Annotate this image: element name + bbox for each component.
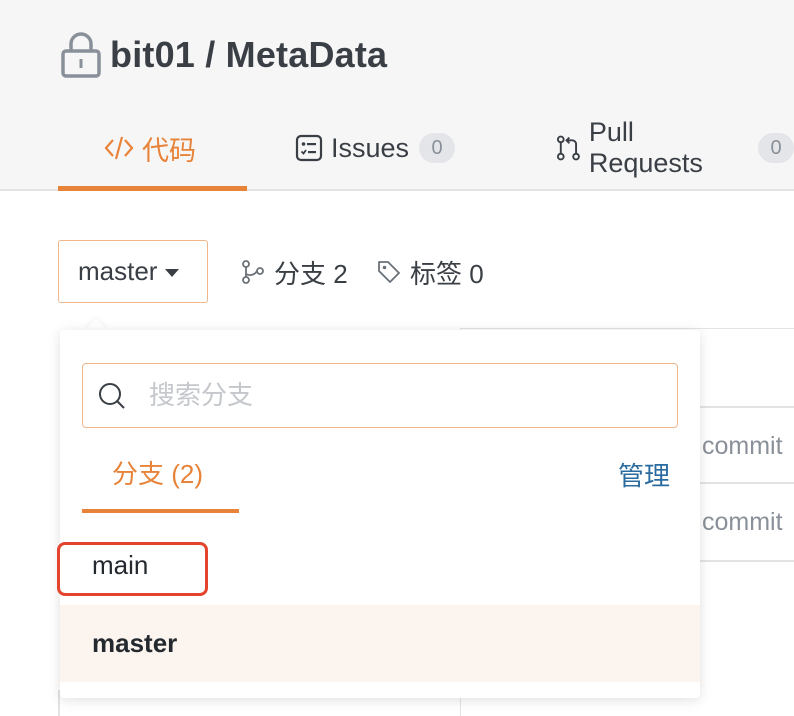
branch-dropdown: 分支 (2) 管理 main master — [60, 330, 700, 698]
tab-code-label: 代码 — [142, 135, 196, 166]
branch-search-box[interactable] — [82, 363, 678, 428]
tag-icon — [378, 261, 400, 283]
commit-text: commit — [702, 432, 783, 460]
branch-icon — [242, 260, 264, 284]
caret-down-icon — [165, 268, 180, 277]
commit-text: commit — [702, 508, 783, 536]
tab-branches[interactable]: 分支 (2) — [112, 454, 203, 491]
active-tab-underline — [58, 186, 247, 191]
branches-count-label: 分支 2 — [274, 258, 348, 289]
tags-link[interactable]: 标签 0 — [376, 252, 484, 292]
active-tab-underline — [82, 509, 239, 513]
search-icon — [99, 382, 125, 409]
branch-search-input[interactable] — [149, 380, 629, 411]
repo-header: bit01 / MetaData 代码 Issues 0 Pull Reques… — [0, 0, 794, 191]
repo-title: bit01 / MetaData — [60, 30, 387, 80]
tab-code[interactable]: 代码 — [104, 126, 196, 170]
tab-pull-requests[interactable]: Pull Requests 0 — [556, 117, 794, 178]
branches-link[interactable]: 分支 2 — [240, 252, 348, 292]
issues-icon — [295, 134, 323, 162]
code-icon — [104, 136, 134, 160]
pull-request-icon — [556, 135, 580, 161]
tags-count-label: 标签 0 — [410, 258, 484, 289]
manage-branches-link[interactable]: 管理 — [618, 456, 670, 493]
repo-full-name[interactable]: bit01 / MetaData — [110, 34, 387, 76]
branch-selector-button[interactable]: master — [58, 240, 208, 303]
current-branch-label: master — [78, 256, 158, 286]
issues-count-badge: 0 — [419, 133, 456, 163]
tab-issues[interactable]: Issues 0 — [295, 126, 456, 170]
lock-icon — [61, 32, 101, 78]
tab-issues-label: Issues — [331, 132, 410, 163]
tab-pull-requests-label: Pull Requests — [588, 117, 703, 178]
annotation-highlight-box — [57, 542, 208, 596]
pull-requests-count-badge: 0 — [758, 133, 794, 163]
branch-item-master[interactable]: master — [60, 605, 700, 682]
